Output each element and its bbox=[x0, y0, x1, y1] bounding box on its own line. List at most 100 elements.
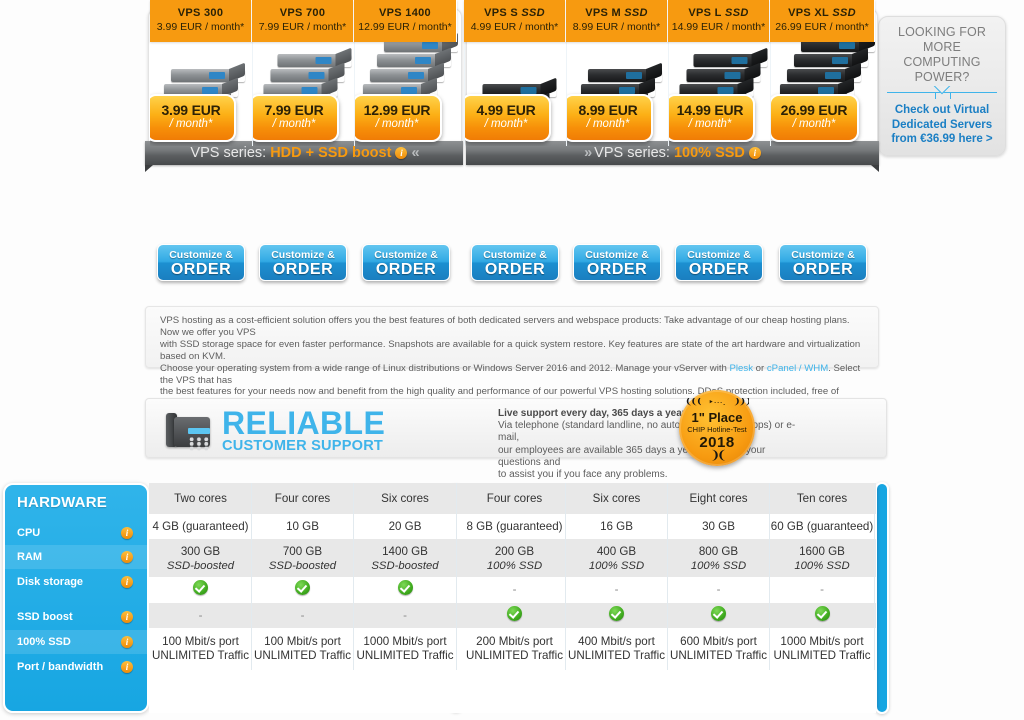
order-button-line-2: ORDER bbox=[484, 261, 546, 278]
plan-name-cell[interactable]: VPS L SSD 14.99 EUR / month* bbox=[668, 0, 770, 42]
spec-value-port: 1000 Mbit/s port bbox=[780, 635, 864, 648]
support-title: RELIABLE CUSTOMER SUPPORT bbox=[222, 405, 482, 454]
price-period: / month* bbox=[484, 118, 528, 130]
hardware-title: HARDWARE bbox=[17, 494, 107, 511]
award-badge-chip-2018: ‣···․ ❨❨❨❨❨❨❨❨ ❩❩❩❩❩❩❩❩ 1" Place CHIP Ho… bbox=[679, 390, 755, 466]
support-title-bottom: CUSTOMER SUPPORT bbox=[222, 438, 384, 454]
spec-cell: 10 GB (guaranteed) bbox=[252, 514, 354, 558]
series-banner-prefix: VPS series: bbox=[594, 145, 670, 161]
plan-price-line: 26.99 EUR / month* bbox=[775, 21, 869, 33]
customize-and-order-button[interactable]: Customize & ORDER bbox=[157, 244, 245, 281]
series-banner-highlight: HDD + SSD boost bbox=[270, 145, 392, 161]
promo-box-more-computing-power[interactable]: LOOKING FOR MORE COMPUTING POWER? Check … bbox=[878, 16, 1006, 156]
spec-cell: - bbox=[252, 603, 354, 628]
order-button-line-1: Customize & bbox=[687, 249, 751, 261]
spec-value-disk-size: 700 GB bbox=[282, 545, 323, 558]
order-button-line-2: ORDER bbox=[170, 261, 232, 278]
spec-value-disk-kind: SSD-boosted bbox=[371, 560, 439, 572]
hardware-row-ram[interactable]: RAM i bbox=[5, 545, 147, 569]
spec-cell bbox=[668, 603, 770, 628]
price-period: / month* bbox=[688, 118, 732, 130]
plan-name-suffix: SSD bbox=[829, 7, 856, 19]
info-icon[interactable]: i bbox=[395, 147, 408, 159]
plan-name-cell[interactable]: VPS XL SSD 26.99 EUR / month* bbox=[770, 0, 875, 42]
spec-row-ssd-boost: ---- bbox=[149, 577, 876, 603]
order-button-line-1: Customize & bbox=[271, 249, 335, 261]
spec-value-traffic: UNLIMITED Traffic bbox=[567, 649, 666, 662]
info-icon[interactable]: i bbox=[121, 636, 133, 648]
plan-name-cell[interactable]: VPS 300 3.99 EUR / month* bbox=[150, 0, 252, 42]
plan-name: VPS 1400 bbox=[379, 7, 431, 19]
price-amount: 8.99 EUR bbox=[578, 102, 638, 118]
hardware-spec-table: Two cores Four cores Six cores Four cores Si… bbox=[149, 483, 876, 713]
plesk-link[interactable]: Plesk bbox=[730, 363, 753, 374]
price-period: / month* bbox=[272, 118, 316, 130]
spec-cell: 30 GB (guaranteed) bbox=[668, 514, 770, 558]
customize-and-order-button[interactable]: Customize & ORDER bbox=[471, 244, 559, 281]
spec-cell: 1000 Mbit/s port UNLIMITED Traffic bbox=[354, 628, 457, 670]
spec-value-disk-size: 400 GB bbox=[596, 545, 637, 558]
series-banner-prefix: VPS series: bbox=[190, 145, 267, 161]
spec-value-traffic: UNLIMITED Traffic bbox=[151, 649, 250, 662]
promo-title: LOOKING FOR MORE COMPUTING POWER? bbox=[898, 25, 986, 84]
hardware-row-ssd-boost[interactable]: SSD boost i bbox=[5, 605, 147, 629]
price-amount: 12.99 EUR bbox=[363, 102, 431, 118]
dash-icon: - bbox=[716, 583, 721, 596]
customize-and-order-button[interactable]: Customize & ORDER bbox=[675, 244, 763, 281]
spec-value-port: 400 Mbit/s port bbox=[578, 635, 655, 648]
spec-value-traffic: UNLIMITED Traffic bbox=[773, 649, 871, 662]
info-icon[interactable]: i bbox=[121, 611, 133, 623]
description-strip: VPS hosting as a cost-efficient solution… bbox=[145, 306, 879, 409]
dash-icon: - bbox=[300, 609, 305, 622]
award-place: 1" Place bbox=[691, 410, 743, 425]
customize-and-order-button[interactable]: Customize & ORDER bbox=[362, 244, 450, 281]
customize-and-order-button[interactable]: Customize & ORDER bbox=[573, 244, 661, 281]
check-icon bbox=[507, 606, 522, 621]
spec-value-traffic: UNLIMITED Traffic bbox=[253, 649, 352, 662]
spec-value-port: 200 Mbit/s port bbox=[476, 635, 553, 648]
chevron-left-icon: « bbox=[411, 145, 420, 161]
spec-value-cpu: Ten cores bbox=[796, 492, 848, 505]
price-bubble: 3.99 EUR / month* bbox=[150, 94, 236, 142]
price-period: / month* bbox=[169, 118, 213, 130]
plan-name-cell[interactable]: VPS 700 7.99 EUR / month* bbox=[252, 0, 354, 42]
spec-value-disk-kind: 100% SSD bbox=[690, 560, 747, 572]
info-icon[interactable]: i bbox=[121, 551, 133, 563]
order-button-line-1: Customize & bbox=[483, 249, 547, 261]
price-bubble: 4.99 EUR / month* bbox=[465, 94, 551, 142]
customize-and-order-button[interactable]: Customize & ORDER bbox=[779, 244, 867, 281]
check-icon bbox=[814, 606, 830, 621]
spec-value-disk-kind: 100% SSD bbox=[794, 560, 850, 572]
plan-name-cell[interactable]: VPS 1400 12.99 EUR / month* bbox=[354, 0, 457, 42]
spec-cell: 100 Mbit/s port UNLIMITED Traffic bbox=[150, 628, 252, 670]
hardware-row-port-bandwidth[interactable]: Port / bandwidth i bbox=[5, 655, 147, 679]
info-icon[interactable]: i bbox=[121, 527, 133, 539]
laurel-bottom-icon: ❩❨ bbox=[709, 448, 727, 462]
info-icon[interactable]: i bbox=[121, 661, 133, 673]
hardware-row-disk-storage[interactable]: Disk storage i bbox=[5, 570, 147, 594]
hardware-row-100-ssd[interactable]: 100% SSD i bbox=[5, 630, 147, 654]
hardware-row-label: CPU bbox=[17, 527, 41, 539]
order-button-line-1: Customize & bbox=[791, 249, 855, 261]
cpanel-whm-link[interactable]: cPanel / WHM bbox=[767, 363, 828, 374]
price-bubble: 26.99 EUR / month* bbox=[771, 94, 859, 142]
order-button-line-1: Customize & bbox=[169, 249, 233, 261]
info-icon[interactable]: i bbox=[121, 576, 133, 588]
spec-value-disk-size: 300 GB bbox=[180, 545, 221, 558]
promo-subtitle-link[interactable]: Check out Virtual Dedicated Servers from… bbox=[885, 103, 999, 147]
spec-cell: - bbox=[770, 577, 875, 603]
plan-name-cell[interactable]: VPS S SSD 4.99 EUR / month* bbox=[464, 0, 566, 42]
customer-support-strip: RELIABLE CUSTOMER SUPPORT Live support e… bbox=[145, 398, 887, 480]
spec-cell: 20 GB (guaranteed) bbox=[354, 514, 457, 558]
dash-icon: - bbox=[512, 583, 517, 596]
plan-name-cell[interactable]: VPS M SSD 8.99 EUR / month* bbox=[566, 0, 668, 42]
plan-name-suffix: SSD bbox=[620, 7, 648, 19]
hardware-row-cpu[interactable]: CPU i bbox=[5, 521, 147, 545]
vps-pricing-page: LOOKING FOR MORE COMPUTING POWER? Check … bbox=[0, 0, 1024, 720]
hardware-sidebar: HARDWARE CPU i RAM i Disk storage i SSD boost i… bbox=[3, 483, 149, 713]
price-period: / month* bbox=[792, 118, 836, 130]
spec-value-traffic: UNLIMITED Traffic bbox=[669, 649, 768, 662]
support-title-top: RELIABLE bbox=[222, 405, 386, 441]
info-icon[interactable]: i bbox=[748, 147, 761, 159]
customize-and-order-button[interactable]: Customize & ORDER bbox=[259, 244, 347, 281]
